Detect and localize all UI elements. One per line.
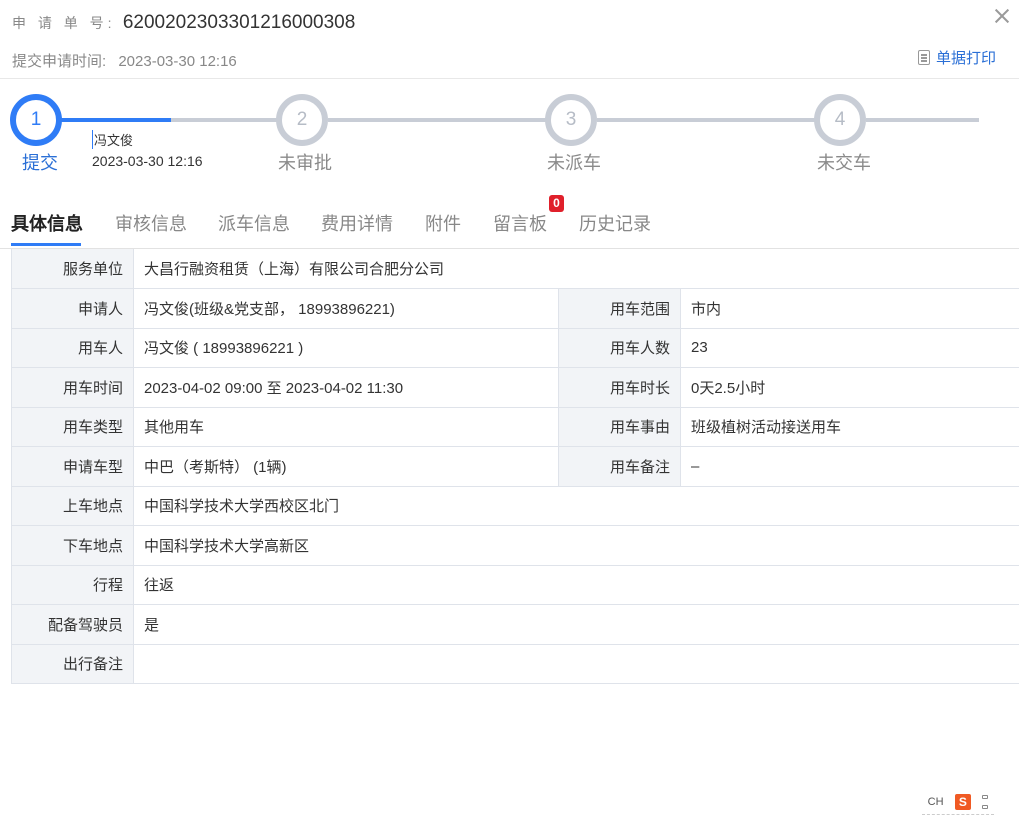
step-line xyxy=(866,118,979,122)
submit-time-value: 2023-03-30 12:16 xyxy=(118,53,237,70)
step-2-label: 未审批 xyxy=(278,153,332,173)
submit-time-line: 提交申请时间: 2023-03-30 12:16 xyxy=(12,50,237,71)
time-value: 2023-04-02 09:00 至 2023-04-02 11:30 xyxy=(133,367,559,408)
dropoff-label: 下车地点 xyxy=(11,525,134,566)
step-line-active xyxy=(60,118,171,122)
step-3-circle: 3 xyxy=(545,94,597,146)
step-1-person: 冯文俊 xyxy=(92,130,133,149)
driver-value: 是 xyxy=(132,604,1019,645)
active-tab-indicator xyxy=(11,243,81,246)
table-row: 出行备注 xyxy=(11,643,1019,684)
remark-label: 用车备注 xyxy=(558,446,681,487)
tab-review[interactable]: 审核信息 xyxy=(115,210,187,236)
step-3-label: 未派车 xyxy=(547,153,601,173)
progress-steps: 1 2 3 4 提交 未审批 未派车 未交车 冯文俊 2023-03-30 12… xyxy=(0,92,1019,182)
table-row: 上车地点 中国科学技术大学西校区北门 xyxy=(11,485,1019,526)
dialog-header: 申 请 单 号: 6200202303301216000308 提交申请时间: … xyxy=(0,0,1019,79)
time-label: 用车时间 xyxy=(11,367,134,408)
submit-time-label: 提交申请时间: xyxy=(12,53,107,70)
duration-label: 用车时长 xyxy=(558,367,681,408)
print-button[interactable]: 单据打印 xyxy=(917,47,996,68)
step-4-label: 未交车 xyxy=(817,153,871,173)
scope-label: 用车范围 xyxy=(558,288,681,329)
ime-language[interactable]: CH xyxy=(928,796,944,808)
applicant-value: 冯文俊(班级&党支部， 18993896221) xyxy=(133,288,559,329)
remark-value: – xyxy=(679,446,1019,487)
print-label: 单据打印 xyxy=(935,50,996,67)
document-icon xyxy=(917,50,930,65)
reason-label: 用车事由 xyxy=(558,406,681,447)
model-value: 中巴（考斯特） (1辆) xyxy=(133,446,559,487)
sogou-logo-icon[interactable]: S xyxy=(954,794,971,810)
table-row: 申请人 冯文俊(班级&党支部， 18993896221) 用车范围 市内 xyxy=(11,288,1019,329)
step-4-circle: 4 xyxy=(814,94,866,146)
table-row: 行程 往返 xyxy=(11,564,1019,605)
order-number-value: 6200202303301216000308 xyxy=(122,12,356,33)
table-row: 申请车型 中巴（考斯特） (1辆) 用车备注 – xyxy=(11,446,1019,487)
service-unit-label: 服务单位 xyxy=(11,249,134,289)
table-row: 服务单位 大昌行融资租赁（上海）有限公司合肥分公司 xyxy=(11,249,1019,289)
tab-attachments[interactable]: 附件 xyxy=(425,210,461,236)
close-icon[interactable] xyxy=(989,2,1017,30)
service-unit-value: 大昌行融资租赁（上海）有限公司合肥分公司 xyxy=(132,249,1019,289)
applicant-label: 申请人 xyxy=(11,288,134,329)
passengers-value: 23 xyxy=(679,327,1019,368)
tab-details[interactable]: 具体信息 xyxy=(11,210,83,236)
detail-tabs: 具体信息 审核信息 派车信息 费用详情 附件 留言板 历史记录 xyxy=(0,206,1019,249)
trip-value: 往返 xyxy=(132,564,1019,605)
ime-toolbar[interactable]: CH S xyxy=(922,790,994,815)
step-1-time: 2023-03-30 12:16 xyxy=(92,153,203,169)
driver-label: 配备驾驶员 xyxy=(11,604,134,645)
scope-value: 市内 xyxy=(679,288,1019,329)
tab-history[interactable]: 历史记录 xyxy=(579,210,651,236)
table-row: 用车人 冯文俊 ( 18993896221 ) 用车人数 23 xyxy=(11,327,1019,368)
pickup-value: 中国科学技术大学西校区北门 xyxy=(132,485,1019,526)
tab-cost[interactable]: 费用详情 xyxy=(321,210,393,236)
step-2-circle: 2 xyxy=(276,94,328,146)
order-number-line: 申 请 单 号: 6200202303301216000308 xyxy=(12,12,355,34)
type-label: 用车类型 xyxy=(11,406,134,447)
step-line xyxy=(597,118,816,122)
ime-settings-icon[interactable] xyxy=(982,795,989,809)
table-row: 用车时间 2023-04-02 09:00 至 2023-04-02 11:30… xyxy=(11,367,1019,408)
detail-table: 服务单位 大昌行融资租赁（上海）有限公司合肥分公司 申请人 冯文俊(班级&党支部… xyxy=(11,249,1019,684)
table-row: 用车类型 其他用车 用车事由 班级植树活动接送用车 xyxy=(11,406,1019,447)
message-count-badge: 0 xyxy=(549,195,564,212)
order-number-label: 申 请 单 号: xyxy=(12,15,116,31)
passengers-label: 用车人数 xyxy=(558,327,681,368)
table-row: 下车地点 中国科学技术大学高新区 xyxy=(11,525,1019,566)
tab-dispatch[interactable]: 派车信息 xyxy=(218,210,290,236)
model-label: 申请车型 xyxy=(11,446,134,487)
pickup-label: 上车地点 xyxy=(11,485,134,526)
user-value: 冯文俊 ( 18993896221 ) xyxy=(133,327,559,368)
reason-value: 班级植树活动接送用车 xyxy=(679,406,1019,447)
step-line xyxy=(171,118,277,122)
step-1-label: 提交 xyxy=(22,153,58,173)
travel-note-label: 出行备注 xyxy=(11,643,134,684)
trip-label: 行程 xyxy=(11,564,134,605)
tab-message-board[interactable]: 留言板 xyxy=(493,210,547,236)
user-label: 用车人 xyxy=(11,327,134,368)
table-row: 配备驾驶员 是 xyxy=(11,604,1019,645)
step-1-circle: 1 xyxy=(10,94,62,146)
dropoff-value: 中国科学技术大学高新区 xyxy=(132,525,1019,566)
travel-note-value xyxy=(132,643,1019,684)
step-line xyxy=(328,118,547,122)
type-value: 其他用车 xyxy=(133,406,559,447)
duration-value: 0天2.5小时 xyxy=(679,367,1019,408)
